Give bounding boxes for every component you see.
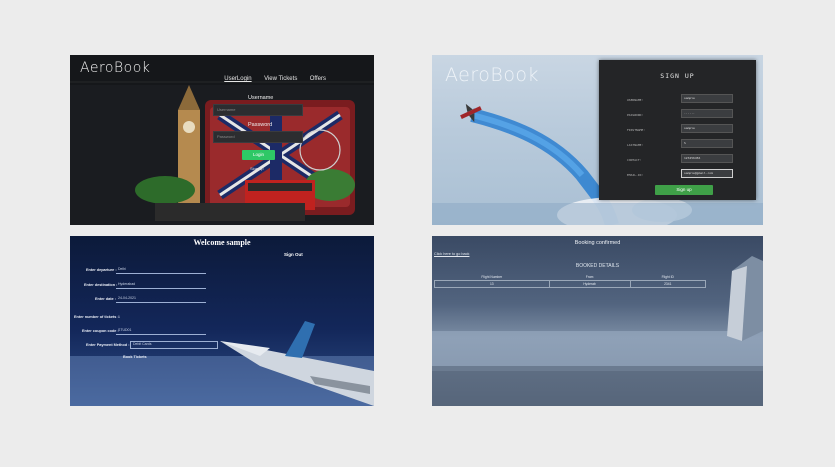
date-input[interactable]: 24-04-2021 bbox=[116, 296, 206, 303]
lastname-input[interactable]: S bbox=[681, 139, 733, 148]
booking-form-screenshot: Welcome sample Sign Out Enter departure … bbox=[70, 236, 374, 406]
field-label: LASTNAME: bbox=[627, 143, 644, 147]
field-label: USERNAME: bbox=[627, 98, 644, 102]
signout-link[interactable]: Sign Out bbox=[284, 252, 303, 257]
field-label: PASSWORD: bbox=[627, 113, 644, 117]
username-input[interactable]: sample bbox=[681, 94, 733, 103]
departure-label: Enter departure : bbox=[86, 268, 117, 272]
signup-link[interactable]: Sign up bbox=[250, 166, 264, 171]
password-label: Password bbox=[248, 122, 273, 128]
booked-details-table: Flight Number From Flight ID 13 Hyderab … bbox=[434, 274, 707, 288]
destination-label: Enter destination : bbox=[84, 283, 118, 287]
username-label: Username bbox=[248, 95, 274, 101]
firstname-input[interactable]: sample bbox=[681, 124, 733, 133]
destination-select[interactable]: Hyderabad bbox=[116, 282, 206, 289]
booked-details-title: BOOKED DETAILS bbox=[575, 263, 620, 269]
coupon-label: Enter coupon code : bbox=[82, 329, 119, 333]
book-tickets-button[interactable]: Book Tickets bbox=[123, 355, 147, 359]
cell-from: Hyderab bbox=[548, 280, 631, 288]
contact-input[interactable]: 123456456 bbox=[681, 154, 733, 163]
confirmed-title: Booking confirmed bbox=[574, 240, 621, 246]
password-input[interactable]: ...... bbox=[681, 109, 733, 118]
login-screenshot: AeroBook UserLogin View Tickets Offers U… bbox=[70, 55, 374, 225]
payment-label: Enter Payment Method : bbox=[86, 343, 130, 347]
password-input[interactable]: Password bbox=[213, 131, 303, 143]
nav-offers[interactable]: Offers bbox=[310, 76, 326, 82]
coupon-select[interactable]: STUD01 bbox=[116, 328, 206, 335]
tickets-input[interactable]: 1 bbox=[118, 315, 120, 319]
booking-confirmed-screenshot: Booking confirmed Click here to go back … bbox=[432, 236, 763, 406]
table-row: 13 Hyderab 2341 bbox=[434, 280, 707, 288]
signup-screenshot: AeroBook SIGN UP USERNAME: sample PASSWO… bbox=[432, 55, 763, 225]
username-input[interactable]: Username bbox=[213, 104, 303, 116]
date-label: Enter date : bbox=[95, 297, 116, 301]
field-label: FIRSTNAME: bbox=[627, 128, 646, 132]
nav-view-tickets[interactable]: View Tickets bbox=[264, 76, 297, 82]
wing-view-image bbox=[70, 321, 374, 406]
tickets-label: Enter number of tickets : bbox=[74, 315, 119, 319]
brand-logo: AeroBook bbox=[445, 64, 540, 86]
payment-select[interactable]: Debit Cards bbox=[130, 341, 218, 349]
signup-title: SIGN UP bbox=[660, 72, 695, 80]
login-button[interactable]: Login bbox=[242, 150, 275, 160]
brand-logo: AeroBook bbox=[80, 60, 151, 76]
email-input[interactable]: sample@gmail.com bbox=[681, 169, 733, 178]
back-link[interactable]: Click here to go back bbox=[434, 252, 469, 256]
top-nav: UserLogin View Tickets Offers bbox=[216, 67, 326, 85]
field-label: CONTACT: bbox=[627, 158, 642, 162]
field-label: EMAIL-ID: bbox=[627, 173, 644, 177]
nav-user-login[interactable]: UserLogin bbox=[224, 76, 251, 82]
wing-clouds-image bbox=[432, 256, 763, 406]
cell-flight-number: 13 bbox=[434, 280, 550, 288]
cell-flight-id: 2341 bbox=[629, 280, 707, 288]
signup-button[interactable]: Sign up bbox=[655, 185, 713, 195]
signup-card: SIGN UP USERNAME: sample PASSWORD: .....… bbox=[599, 60, 756, 200]
welcome-title: Welcome sample bbox=[193, 238, 251, 247]
departure-select[interactable]: Delhi bbox=[116, 267, 206, 274]
